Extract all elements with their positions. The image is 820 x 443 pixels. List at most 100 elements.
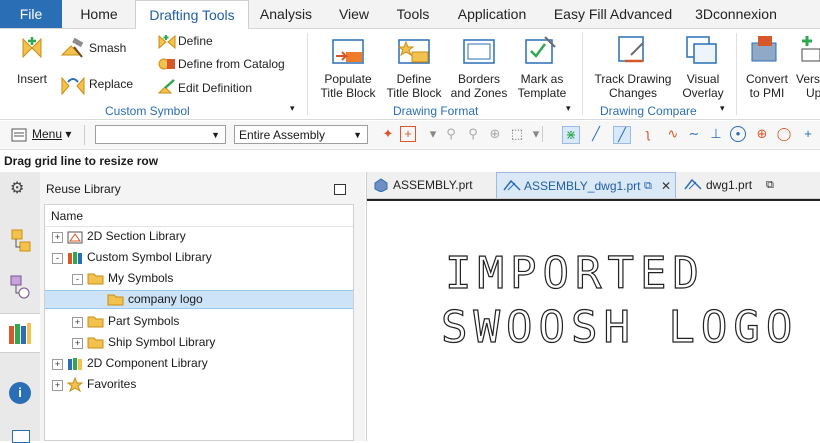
tree-node-custom-symbol-library[interactable]: - Custom Symbol Library [49, 248, 349, 267]
borders-and-zones-line-1: Borders [457, 72, 501, 86]
drawing-format-more-arrow-icon[interactable]: ▾ [566, 103, 571, 114]
track-drawing-changes-line-2: Changes [608, 86, 658, 100]
chevron-down-icon: ▼ [353, 130, 362, 140]
center-snap-icon[interactable]: • [730, 126, 746, 142]
expand-icon[interactable]: + [72, 317, 83, 328]
tree-column-header[interactable]: Name [45, 205, 353, 227]
borders-and-zones-button[interactable]: Borders and Zones [448, 72, 510, 100]
tab-view[interactable]: View [330, 0, 378, 28]
tree-node-company-logo[interactable]: company logo [45, 290, 353, 309]
populate-title-block-button[interactable]: Populate Title Block [318, 72, 378, 100]
custom-symbol-more-arrow-icon[interactable]: ▾ [290, 103, 295, 114]
group-label-drawing-compare: Drawing Compare [600, 104, 697, 118]
doc-tab-dwg1[interactable]: dwg1.prt ⧉ [682, 172, 792, 198]
curve-snap-icon[interactable]: ∼ [686, 126, 702, 142]
point-on-curve-snap-icon[interactable]: + [800, 126, 816, 142]
mark-as-template-line-2: Template [517, 86, 567, 100]
drawing-file-icon [503, 179, 521, 191]
tab-easy-fill-advanced[interactable]: Easy Fill Advanced [547, 0, 679, 28]
end-point-snap-icon[interactable]: ╱ [588, 126, 604, 142]
tree-node-my-symbols[interactable]: - My Symbols [69, 269, 349, 288]
quadrant-snap-icon[interactable]: ⊕ [754, 126, 770, 142]
expand-icon[interactable]: + [72, 338, 83, 349]
collapse-icon[interactable]: - [52, 253, 63, 264]
tree-node-2d-section-library[interactable]: + 2D Section Library [49, 227, 349, 246]
drawing-canvas[interactable]: IMPORTED SWOOSH LOGO [367, 199, 820, 443]
tree-node-favorites[interactable]: + Favorites [49, 375, 349, 394]
select-children-icon[interactable]: ⚲ [443, 126, 459, 142]
select-parent-icon[interactable]: ⚲ [465, 126, 481, 142]
perpendicular-snap-icon[interactable]: ⊥ [708, 126, 724, 142]
tab-home[interactable]: Home [70, 0, 128, 28]
edit-definition-button[interactable]: Edit Definition [178, 81, 252, 95]
maximize-icon[interactable] [334, 184, 346, 195]
doc-tab-assembly-dwg1[interactable]: ASSEMBLY_dwg1.prt ⧉ ✕ [496, 172, 676, 198]
control-point-snap-icon[interactable]: ʅ [640, 126, 656, 142]
drawing-compare-more-arrow-icon[interactable]: ▾ [720, 103, 725, 114]
define-icon [158, 34, 176, 49]
drawing-file-icon [684, 178, 702, 190]
doc-tab-assembly[interactable]: ASSEMBLY.prt [371, 172, 491, 198]
selection-scope-dropdown[interactable]: Entire Assembly ▼ [234, 125, 368, 144]
replace-button[interactable]: Replace [89, 77, 133, 91]
tab-drafting-tools[interactable]: Drafting Tools [135, 0, 249, 29]
tab-file[interactable]: File [0, 0, 62, 28]
general-selection-icon[interactable]: ✦ [380, 126, 396, 142]
visual-overlay-button[interactable]: Visual Overlay [678, 72, 728, 100]
tree-node-label: 2D Section Library [87, 229, 186, 243]
snap-enable-icon[interactable]: ⋇ [562, 126, 580, 144]
expand-icon[interactable]: + [52, 380, 63, 391]
part-navigator-icon[interactable] [8, 274, 32, 300]
close-icon[interactable]: ✕ [661, 173, 671, 199]
expand-icon[interactable]: + [52, 359, 63, 370]
document-icon[interactable] [12, 430, 30, 443]
convert-to-pmi-icon [751, 36, 777, 62]
track-drawing-changes-button[interactable]: Track Drawing Changes [592, 72, 674, 100]
folder-icon [87, 337, 104, 349]
name-column-header: Name [51, 209, 84, 223]
part-file-icon [374, 178, 388, 192]
select-all-icon[interactable]: + [400, 126, 416, 142]
tree-node-part-symbols[interactable]: + Part Symbols [69, 312, 349, 331]
info-icon[interactable]: i [9, 382, 31, 404]
dropdown-arrow-icon[interactable]: ▾ [425, 126, 441, 142]
existing-point-snap-icon[interactable]: ◯ [776, 126, 792, 142]
insert-button[interactable]: Insert [12, 72, 52, 86]
smash-button[interactable]: Smash [89, 41, 126, 55]
reuse-library-tab[interactable] [0, 313, 40, 353]
gear-icon[interactable]: ⚙ [10, 178, 24, 198]
version-up-line-2: Up [806, 86, 820, 100]
doc-tab-label: dwg1.prt [706, 178, 753, 192]
menu-button[interactable]: Menu ▾ [32, 127, 71, 141]
type-filter-dropdown[interactable]: ▼ [95, 125, 226, 144]
version-up-button[interactable]: Vers Up [796, 72, 820, 100]
tree-node-2d-component-library[interactable]: + 2D Component Library [49, 354, 349, 373]
define-button[interactable]: Define [178, 34, 213, 48]
expand-icon[interactable]: + [52, 232, 63, 243]
insert-icon [22, 37, 42, 59]
rectangle-select-icon[interactable]: ⬚ [509, 126, 525, 142]
define-from-catalog-button[interactable]: Define from Catalog [178, 57, 285, 71]
define-title-block-button[interactable]: Define Title Block [384, 72, 444, 100]
pop-out-icon[interactable]: ⧉ [644, 173, 652, 199]
mark-as-template-button[interactable]: Mark as Template [513, 72, 571, 100]
assembly-navigator-icon[interactable] [8, 228, 32, 254]
collapse-icon[interactable]: - [72, 274, 83, 285]
borders-and-zones-line-2: and Zones [450, 86, 508, 100]
tree-node-ship-symbol-library[interactable]: + Ship Symbol Library [69, 333, 349, 352]
canvas-text-line-1: IMPORTED [444, 248, 705, 299]
convert-to-pmi-button[interactable]: Convert to PMI [742, 72, 792, 100]
ribbon: Insert Smash Replace Define Define from … [0, 29, 820, 120]
intersection-snap-icon[interactable]: ∿ [665, 126, 681, 142]
tab-analysis[interactable]: Analysis [253, 0, 319, 28]
mid-point-snap-icon[interactable]: ╱ [613, 126, 631, 144]
tab-tools[interactable]: Tools [386, 0, 440, 28]
pop-out-icon[interactable]: ⧉ [766, 172, 774, 198]
section-library-icon [67, 231, 83, 244]
mark-as-template-line-1: Mark as [520, 72, 564, 86]
tree-node-label: Ship Symbol Library [108, 335, 216, 349]
feature-select-icon[interactable]: ⊕ [487, 126, 503, 142]
smash-icon [60, 37, 84, 58]
tab-application[interactable]: Application [448, 0, 536, 28]
tab-3dconnexion[interactable]: 3Dconnexion [686, 0, 786, 28]
